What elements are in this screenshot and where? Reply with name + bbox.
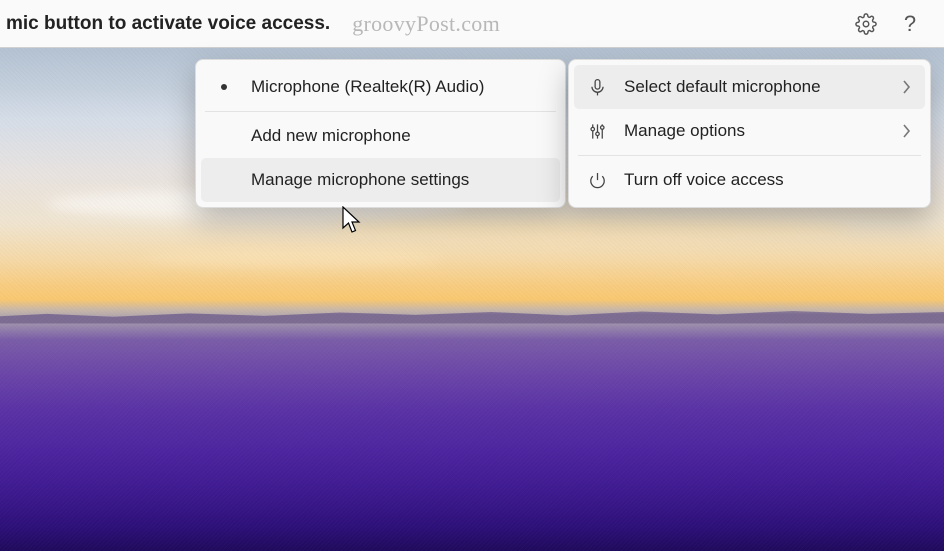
chevron-right-icon: [902, 124, 911, 138]
mountain-ridge: [0, 300, 944, 324]
manage-options-item[interactable]: Manage options: [574, 109, 925, 153]
chevron-right-icon: [902, 80, 911, 94]
watermark-text: groovyPost.com: [352, 11, 500, 37]
selected-bullet-icon: [213, 84, 235, 90]
instruction-text: mic button to activate voice access.: [6, 13, 330, 35]
help-button[interactable]: ?: [894, 11, 926, 37]
microphone-option[interactable]: Microphone (Realtek(R) Audio): [201, 65, 560, 109]
menu-item-label: Microphone (Realtek(R) Audio): [251, 77, 546, 97]
menu-item-label: Turn off voice access: [624, 170, 911, 190]
turn-off-voice-access-item[interactable]: Turn off voice access: [574, 158, 925, 202]
select-default-microphone-item[interactable]: Select default microphone: [574, 65, 925, 109]
add-microphone-item[interactable]: Add new microphone: [201, 114, 560, 158]
voice-access-bar: mic button to activate voice access. gro…: [0, 0, 944, 48]
settings-menu: Select default microphone Manage options…: [568, 59, 931, 208]
menu-divider: [205, 111, 556, 112]
menu-item-label: Manage microphone settings: [251, 170, 546, 190]
menu-item-label: Select default microphone: [624, 77, 886, 97]
manage-microphone-settings-item[interactable]: Manage microphone settings: [201, 158, 560, 202]
menu-item-label: Manage options: [624, 121, 886, 141]
menu-divider: [578, 155, 921, 156]
cloud: [142, 249, 442, 267]
settings-button[interactable]: [846, 4, 886, 44]
sliders-icon: [586, 122, 608, 141]
cloud: [330, 219, 850, 241]
microphone-icon: [586, 78, 608, 97]
power-icon: [586, 171, 608, 190]
menu-item-label: Add new microphone: [251, 126, 546, 146]
microphone-submenu: Microphone (Realtek(R) Audio) Add new mi…: [195, 59, 566, 208]
gear-icon: [855, 13, 877, 35]
